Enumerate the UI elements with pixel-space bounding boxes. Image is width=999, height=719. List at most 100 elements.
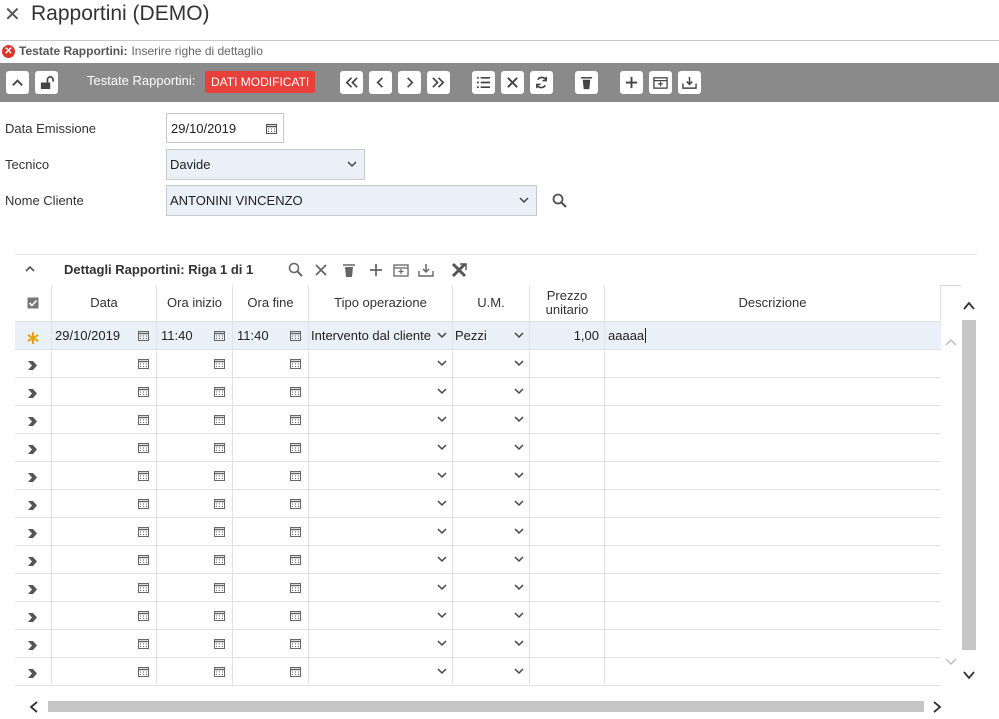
- cell-prezzo-unitario[interactable]: [530, 434, 605, 461]
- calendar-icon[interactable]: [138, 638, 149, 649]
- cell-ora-inizio[interactable]: 11:40: [157, 322, 233, 349]
- cell-ora-inizio[interactable]: [157, 574, 233, 601]
- unlock-button[interactable]: [35, 71, 58, 94]
- cell-um[interactable]: [453, 434, 530, 461]
- cell-ora-inizio[interactable]: [157, 378, 233, 405]
- select-all-checkbox-cell[interactable]: [15, 285, 52, 322]
- cell-prezzo-unitario[interactable]: [530, 546, 605, 573]
- calendar-icon[interactable]: [138, 666, 149, 677]
- calendar-icon[interactable]: [214, 638, 225, 649]
- cell-data[interactable]: [52, 630, 157, 657]
- cell-data[interactable]: [52, 406, 157, 433]
- cell-ora-inizio[interactable]: [157, 602, 233, 629]
- cell-prezzo-unitario[interactable]: [530, 462, 605, 489]
- cell-data[interactable]: [52, 602, 157, 629]
- column-header-um[interactable]: U.M.: [453, 285, 530, 322]
- horizontal-scrollbar-thumb[interactable]: [48, 701, 924, 712]
- cell-prezzo-unitario[interactable]: [530, 518, 605, 545]
- cell-ora-inizio[interactable]: [157, 406, 233, 433]
- calendar-icon[interactable]: [290, 414, 301, 425]
- table-row[interactable]: [15, 462, 941, 490]
- cell-prezzo-unitario[interactable]: [530, 602, 605, 629]
- cell-tipo-operazione[interactable]: Intervento dal cliente: [309, 322, 453, 349]
- cell-um[interactable]: [453, 518, 530, 545]
- cell-ora-inizio[interactable]: [157, 462, 233, 489]
- cell-tipo-operazione[interactable]: [309, 574, 453, 601]
- table-row[interactable]: [15, 350, 941, 378]
- cell-data[interactable]: [52, 518, 157, 545]
- cell-descrizione[interactable]: [605, 462, 941, 489]
- cell-ora-fine[interactable]: 11:40: [233, 322, 309, 349]
- cell-descrizione[interactable]: [605, 658, 941, 685]
- cell-tipo-operazione[interactable]: [309, 462, 453, 489]
- cell-ora-fine[interactable]: [233, 630, 309, 657]
- vertical-scrollbar-thumb[interactable]: [962, 320, 976, 650]
- cell-um[interactable]: [453, 602, 530, 629]
- cell-ora-fine[interactable]: [233, 658, 309, 685]
- chevron-left-icon[interactable]: [29, 701, 38, 713]
- calendar-icon[interactable]: [290, 610, 301, 621]
- cell-data[interactable]: [52, 350, 157, 377]
- calendar-icon[interactable]: [214, 610, 225, 621]
- column-header-tipo-operazione[interactable]: Tipo operazione: [309, 285, 453, 322]
- calendar-icon[interactable]: [214, 582, 225, 593]
- cell-tipo-operazione[interactable]: [309, 602, 453, 629]
- cell-tipo-operazione[interactable]: [309, 630, 453, 657]
- cell-ora-inizio[interactable]: [157, 658, 233, 685]
- table-row[interactable]: [15, 378, 941, 406]
- calendar-icon[interactable]: [138, 554, 149, 565]
- calendar-icon[interactable]: [138, 414, 149, 425]
- cell-descrizione[interactable]: [605, 350, 941, 377]
- cell-ora-inizio[interactable]: [157, 490, 233, 517]
- cell-ora-fine[interactable]: [233, 490, 309, 517]
- chevron-down-icon[interactable]: [945, 658, 957, 666]
- search-icon[interactable]: [288, 262, 304, 278]
- cell-descrizione[interactable]: [605, 630, 941, 657]
- cell-tipo-operazione[interactable]: [309, 434, 453, 461]
- cell-tipo-operazione[interactable]: [309, 406, 453, 433]
- cell-tipo-operazione[interactable]: [309, 546, 453, 573]
- cell-ora-fine[interactable]: [233, 406, 309, 433]
- cell-um[interactable]: [453, 546, 530, 573]
- cell-tipo-operazione[interactable]: [309, 518, 453, 545]
- table-row[interactable]: [15, 602, 941, 630]
- calendar-icon[interactable]: [214, 498, 225, 509]
- list-button[interactable]: [472, 71, 495, 94]
- cell-prezzo-unitario[interactable]: [530, 490, 605, 517]
- chevron-up-icon[interactable]: [963, 301, 975, 310]
- next-record-button[interactable]: [398, 71, 421, 94]
- cell-um[interactable]: [453, 658, 530, 685]
- calendar-icon[interactable]: [138, 442, 149, 453]
- cell-prezzo-unitario[interactable]: [530, 378, 605, 405]
- cell-ora-fine[interactable]: [233, 574, 309, 601]
- refresh-button[interactable]: [530, 71, 553, 94]
- calendar-icon[interactable]: [138, 582, 149, 593]
- calendar-icon[interactable]: [138, 498, 149, 509]
- calendar-icon[interactable]: [138, 358, 149, 369]
- calendar-icon[interactable]: [214, 526, 225, 537]
- cell-data[interactable]: 29/10/2019: [52, 322, 157, 349]
- close-icon[interactable]: ✕: [4, 2, 21, 27]
- cell-ora-fine[interactable]: [233, 434, 309, 461]
- calendar-icon[interactable]: [138, 330, 149, 341]
- cell-data[interactable]: [52, 574, 157, 601]
- calendar-icon[interactable]: [214, 554, 225, 565]
- column-header-ora-fine[interactable]: Ora fine: [233, 285, 309, 322]
- collapse-up-button[interactable]: [6, 71, 29, 94]
- calendar-icon[interactable]: [290, 498, 301, 509]
- calendar-icon[interactable]: [214, 330, 225, 341]
- search-icon[interactable]: [552, 193, 568, 209]
- cell-um[interactable]: [453, 574, 530, 601]
- excel-export-icon[interactable]: [451, 262, 467, 278]
- cell-data[interactable]: [52, 434, 157, 461]
- row-scrollbar[interactable]: [941, 322, 961, 685]
- checkbox-icon[interactable]: [27, 297, 39, 309]
- table-row[interactable]: [15, 406, 941, 434]
- calendar-icon[interactable]: [138, 526, 149, 537]
- calendar-icon[interactable]: [138, 470, 149, 481]
- calendar-icon[interactable]: [290, 666, 301, 677]
- cell-data[interactable]: [52, 546, 157, 573]
- delete-button[interactable]: [575, 71, 598, 94]
- cancel-button[interactable]: [501, 71, 524, 94]
- table-row[interactable]: 29/10/2019 11:40 11:40 Intervento dal cl…: [15, 322, 941, 350]
